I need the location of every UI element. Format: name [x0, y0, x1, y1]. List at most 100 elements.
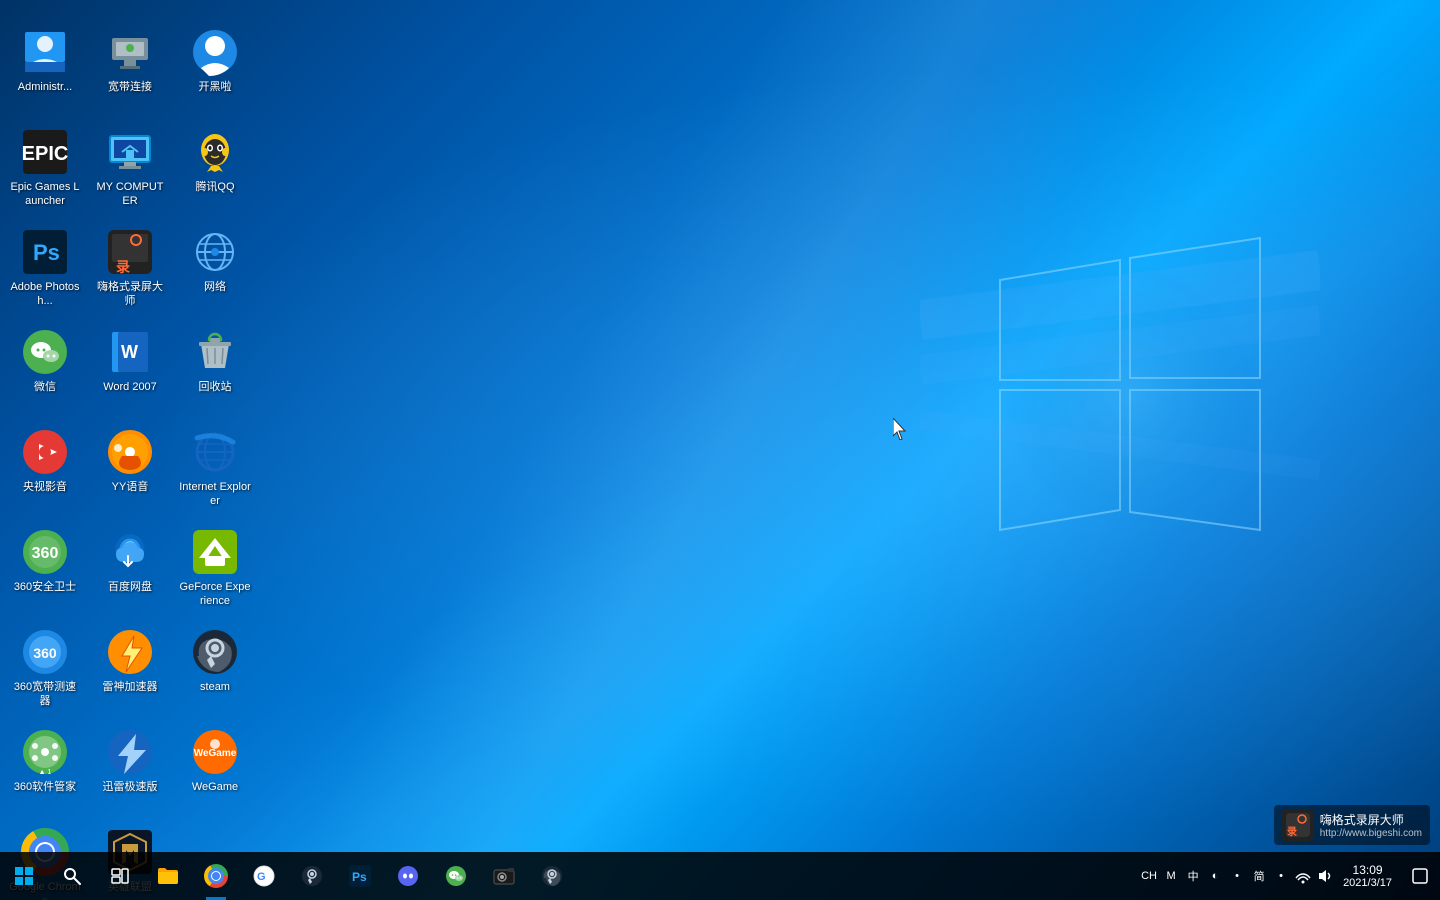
icon-word2007[interactable]: W Word 2007 [90, 320, 170, 420]
search-button[interactable] [48, 852, 96, 900]
taskbar-app-steam[interactable] [288, 852, 336, 900]
icon-wegame-label: WeGame [192, 780, 238, 794]
tray-dot1[interactable]: ◐ [1205, 866, 1225, 886]
steam2-taskbar-icon [540, 864, 564, 888]
taskbar-app-discord[interactable] [384, 852, 432, 900]
taskbar-app-ps[interactable]: Ps [336, 852, 384, 900]
icon-xunlei[interactable]: 迅雷极速版 [90, 720, 170, 820]
svg-text:Ps: Ps [33, 240, 60, 265]
icon-wechat-label: 微信 [34, 380, 56, 394]
notification-icon [1412, 868, 1428, 884]
desktop-icons-area: Administr... 宽带连接 [0, 10, 300, 850]
task-view-button[interactable] [96, 852, 144, 900]
taskbar-app-google[interactable]: G [240, 852, 288, 900]
icon-mycomputer[interactable]: MY COMPUTER [90, 120, 170, 220]
windows-start-icon [15, 867, 33, 885]
tray-dot2[interactable]: • [1271, 866, 1291, 886]
svg-text:▲ 1: ▲ 1 [39, 769, 52, 776]
icon-xunlei-label: 迅雷极速版 [103, 780, 158, 794]
recorder-logo-icon: 录 [1282, 809, 1314, 841]
icon-360browser[interactable]: 360 360宽带测速器 [5, 620, 85, 720]
icon-recycle[interactable]: 回收站 [175, 320, 255, 420]
tray-volume-icon[interactable] [1315, 866, 1335, 886]
icon-screenrecorder-label: 嗨格式录屏大师 [94, 280, 166, 309]
taskbar-clock[interactable]: 13:09 2021/3/17 [1335, 863, 1400, 889]
svg-text:360: 360 [33, 645, 57, 661]
icon-epic-label: Epic Games Launcher [9, 180, 81, 209]
taskbar-app-steam2[interactable] [528, 852, 576, 900]
icon-photoshop[interactable]: Ps Adobe Photosh... [5, 220, 85, 320]
start-button[interactable] [0, 852, 48, 900]
icon-photoshop-label: Adobe Photosh... [9, 280, 81, 309]
icon-steam[interactable]: steam [175, 620, 255, 720]
search-icon [63, 867, 81, 885]
discord-taskbar-icon [396, 864, 420, 888]
steam-taskbar-icon [300, 864, 324, 888]
taskbar: G Ps [0, 852, 1440, 900]
windows-logo [920, 120, 1320, 720]
system-tray: CH M 中 ◐ • 简 • [1139, 866, 1335, 886]
icon-mycomputer-label: MY COMPUTER [94, 180, 166, 209]
taskbar-app-camera[interactable] [480, 852, 528, 900]
icon-thunder[interactable]: 雷神加速器 [90, 620, 170, 720]
icon-steam-label: steam [200, 680, 230, 694]
icon-qq[interactable]: 腾讯QQ [175, 120, 255, 220]
recorder-app-name: 嗨格式录屏大师 [1320, 811, 1422, 828]
svg-text:录: 录 [1287, 826, 1297, 838]
icon-baiduyun[interactable]: 百度网盘 [90, 520, 170, 620]
icon-yangshipin-label: 央视影音 [23, 480, 67, 494]
google-icon: G [252, 864, 276, 888]
icon-360safe-label: 360安全卫士 [14, 580, 76, 594]
icon-network[interactable]: 网络 [175, 220, 255, 320]
icon-administrator[interactable]: Administr... [5, 20, 85, 120]
camera-taskbar-icon [492, 864, 516, 888]
icon-baiduyun-label: 百度网盘 [108, 580, 152, 594]
desktop: Administr... 宽带连接 [0, 0, 1440, 900]
icon-epic[interactable]: EPIC Epic Games Launcher [5, 120, 85, 220]
icon-word2007-label: Word 2007 [103, 380, 157, 394]
tray-ch[interactable]: CH [1139, 866, 1159, 886]
icon-360browser-label: 360宽带测速器 [9, 680, 81, 709]
tray-bullet[interactable]: • [1227, 866, 1247, 886]
icon-ie[interactable]: Internet Explorer [175, 420, 255, 520]
icon-360software[interactable]: ▲ 1 360软件管家 [5, 720, 85, 820]
svg-text:G: G [257, 871, 266, 883]
icon-wegame[interactable]: WeGame WeGame [175, 720, 255, 820]
icon-yy-label: YY语音 [112, 480, 149, 494]
icon-broadband[interactable]: 宽带连接 [90, 20, 170, 120]
icon-qq-label: 腾讯QQ [195, 180, 234, 194]
taskbar-app-wechat[interactable] [432, 852, 480, 900]
tray-jian[interactable]: 简 [1249, 866, 1269, 886]
icon-yangshipin[interactable]: 央视影音 [5, 420, 85, 520]
icon-administrator-label: Administr... [18, 80, 72, 94]
wechat-taskbar-icon [444, 864, 468, 888]
folder-icon [156, 864, 180, 888]
recorder-watermark: 录 嗨格式录屏大师 http://www.bigeshi.com [1274, 805, 1430, 845]
icon-360safe[interactable]: 360 360安全卫士 [5, 520, 85, 620]
svg-text:录: 录 [116, 259, 130, 275]
icon-kaiheila[interactable]: 开黑啦 [175, 20, 255, 120]
mouse-cursor [893, 418, 909, 440]
taskbar-app-explorer[interactable] [144, 852, 192, 900]
ps-taskbar-icon: Ps [348, 864, 372, 888]
clock-date: 2021/3/17 [1343, 877, 1392, 889]
tray-network-icon[interactable] [1293, 866, 1313, 886]
icon-thunder-label: 雷神加速器 [103, 680, 158, 694]
icon-yy[interactable]: YY语音 [90, 420, 170, 520]
taskbar-app-chrome[interactable] [192, 852, 240, 900]
svg-text:WeGame: WeGame [194, 748, 237, 759]
icon-recycle-label: 回收站 [199, 380, 232, 394]
icon-broadband-label: 宽带连接 [108, 80, 152, 94]
svg-text:360: 360 [32, 545, 59, 562]
tray-zhong[interactable]: 中 [1183, 866, 1203, 886]
tray-m[interactable]: M [1161, 866, 1181, 886]
icon-screenrecorder[interactable]: 录 嗨格式录屏大师 [90, 220, 170, 320]
icon-360software-label: 360软件管家 [14, 780, 76, 794]
icon-geforce[interactable]: GeForce Experience [175, 520, 255, 620]
icon-wechat[interactable]: 微信 [5, 320, 85, 420]
icon-network-label: 网络 [204, 280, 226, 294]
notification-button[interactable] [1400, 852, 1440, 900]
clock-time: 13:09 [1353, 863, 1383, 877]
chrome-taskbar-icon [204, 864, 228, 888]
icon-geforce-label: GeForce Experience [179, 580, 251, 609]
